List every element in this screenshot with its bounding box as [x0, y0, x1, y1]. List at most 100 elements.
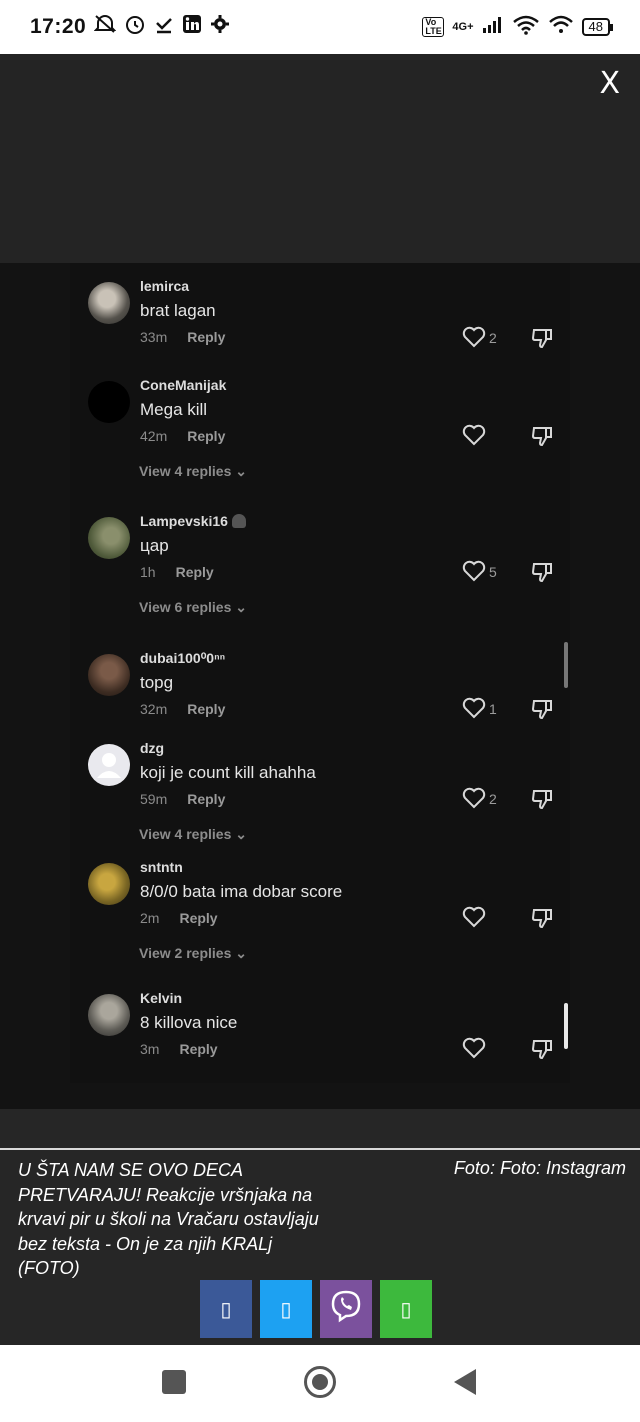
- twitter-icon: ▯: [280, 1298, 292, 1321]
- like-button[interactable]: [462, 424, 522, 448]
- wifi-calling-icon: [548, 15, 574, 40]
- share-whatsapp-button[interactable]: ▯: [380, 1280, 432, 1338]
- comment-text: 8 killova nice: [140, 1013, 238, 1032]
- view-replies-label: View 2 replies: [139, 945, 232, 961]
- avatar: [88, 994, 130, 1036]
- comment-item: lemirca brat lagan 33m Reply 2: [88, 278, 568, 358]
- comment-text: topg: [140, 673, 174, 692]
- comment-time: 42m: [140, 428, 168, 444]
- reply-button[interactable]: Reply: [176, 564, 214, 580]
- download-done-icon: [154, 14, 174, 40]
- view-replies-label: View 4 replies: [139, 463, 232, 479]
- heart-icon: [462, 906, 486, 931]
- comment-username: dubai100⁰0ⁿⁿ: [140, 650, 226, 666]
- avatar: [88, 517, 130, 559]
- battery-indicator: 48: [581, 18, 614, 36]
- dislike-icon[interactable]: [530, 787, 554, 811]
- dislike-icon[interactable]: [530, 697, 554, 721]
- reply-button[interactable]: Reply: [179, 1041, 217, 1057]
- comment-time: 2m: [140, 910, 160, 926]
- username-text: Lampevski16: [140, 513, 228, 529]
- ninja-emoji-icon: [231, 514, 246, 528]
- close-button[interactable]: X: [599, 66, 620, 101]
- comment-username: Lampevski16: [140, 513, 440, 533]
- like-button[interactable]: 2: [462, 326, 522, 350]
- wifi-icon: [512, 15, 540, 40]
- heart-icon: [462, 560, 486, 585]
- heart-icon: [462, 326, 486, 351]
- viewer-top-area: [0, 54, 640, 263]
- like-button[interactable]: 2: [462, 787, 522, 811]
- view-replies-button[interactable]: View 4 replies ⌄: [139, 826, 247, 843]
- comment-time: 1h: [140, 564, 156, 580]
- scrollbar-thumb[interactable]: [564, 1003, 568, 1049]
- heart-icon: [462, 697, 486, 722]
- network-type: 4G+: [452, 21, 474, 33]
- chevron-down-icon: ⌄: [235, 463, 247, 479]
- app-root: 17:20 Vo LTE 4G+ 48 X lemirca brat lagan…: [0, 0, 640, 1422]
- dislike-icon[interactable]: [530, 424, 554, 448]
- reply-button[interactable]: Reply: [187, 329, 225, 345]
- like-count: 2: [489, 330, 497, 346]
- avatar: [88, 654, 130, 696]
- comment-item: ConeManijak Mega kill 42m Reply View 4 re…: [88, 377, 568, 487]
- dislike-icon[interactable]: [530, 906, 554, 930]
- settings-gear-icon: [210, 14, 230, 40]
- comment-text: brat lagan: [140, 301, 216, 320]
- linkedin-icon: [182, 14, 202, 40]
- avatar: [88, 282, 130, 324]
- heart-icon: [462, 1037, 486, 1062]
- signal-icon: [482, 16, 504, 39]
- view-replies-button[interactable]: View 6 replies ⌄: [139, 599, 247, 616]
- reply-button[interactable]: Reply: [187, 701, 225, 717]
- comment-username: dzg: [140, 740, 165, 756]
- like-button[interactable]: [462, 906, 522, 930]
- like-button[interactable]: [462, 1037, 522, 1061]
- dislike-icon[interactable]: [530, 1037, 554, 1061]
- view-replies-button[interactable]: View 4 replies ⌄: [139, 463, 247, 480]
- comment-text: цар: [140, 536, 169, 555]
- like-count: 2: [489, 791, 497, 807]
- avatar: [88, 381, 130, 423]
- comment-username: Kelvin: [140, 990, 183, 1006]
- avatar: [88, 863, 130, 905]
- status-time: 17:20: [30, 15, 87, 38]
- back-button[interactable]: [454, 1369, 476, 1395]
- comment-item: Lampevski16 цар 1h Reply 5 View 6 replies…: [88, 513, 568, 623]
- like-count: 5: [489, 564, 497, 580]
- avatar: [88, 744, 130, 786]
- share-viber-button[interactable]: [320, 1280, 372, 1338]
- comment-time: 3m: [140, 1041, 160, 1057]
- recent-apps-button[interactable]: [162, 1370, 186, 1394]
- share-facebook-button[interactable]: ▯: [200, 1280, 252, 1338]
- home-button[interactable]: [304, 1366, 336, 1398]
- photo-credit: Foto: Foto: Instagram: [453, 1158, 626, 1178]
- heart-icon: [462, 424, 486, 449]
- comment-text: koji je count kill ahahha: [140, 763, 316, 782]
- like-button[interactable]: 1: [462, 697, 522, 721]
- whatsapp-icon: ▯: [400, 1298, 412, 1321]
- chevron-down-icon: ⌄: [235, 945, 247, 961]
- chevron-down-icon: ⌄: [235, 599, 247, 615]
- comment-item: dubai100⁰0ⁿⁿ topg 32m Reply 1: [88, 650, 568, 730]
- article-caption: U ŠTA NAM SE OVO DECA PRETVARAJU! Reakci…: [18, 1160, 319, 1278]
- share-twitter-button[interactable]: ▯: [260, 1280, 312, 1338]
- viber-icon: [329, 1289, 363, 1329]
- default-avatar-icon: [97, 753, 121, 778]
- comment-time: 59m: [140, 791, 168, 807]
- reply-button[interactable]: Reply: [179, 910, 217, 926]
- view-replies-label: View 6 replies: [139, 599, 232, 615]
- view-replies-button[interactable]: View 2 replies ⌄: [139, 945, 247, 962]
- view-replies-label: View 4 replies: [139, 826, 232, 842]
- reply-button[interactable]: Reply: [187, 791, 225, 807]
- comment-item: Kelvin 8 killova nice 3m Reply: [88, 990, 568, 1070]
- like-button[interactable]: 5: [462, 560, 522, 584]
- comment-time: 32m: [140, 701, 168, 717]
- dislike-icon[interactable]: [530, 326, 554, 350]
- reply-button[interactable]: Reply: [187, 428, 225, 444]
- dislike-icon[interactable]: [530, 560, 554, 584]
- comment-text: Mega kill: [140, 400, 208, 419]
- facebook-icon: ▯: [220, 1298, 232, 1321]
- comment-item: sntntn 8/0/0 bata ima dobar score 2m Repl…: [88, 859, 568, 969]
- status-bar: 17:20 Vo LTE 4G+ 48: [0, 0, 640, 54]
